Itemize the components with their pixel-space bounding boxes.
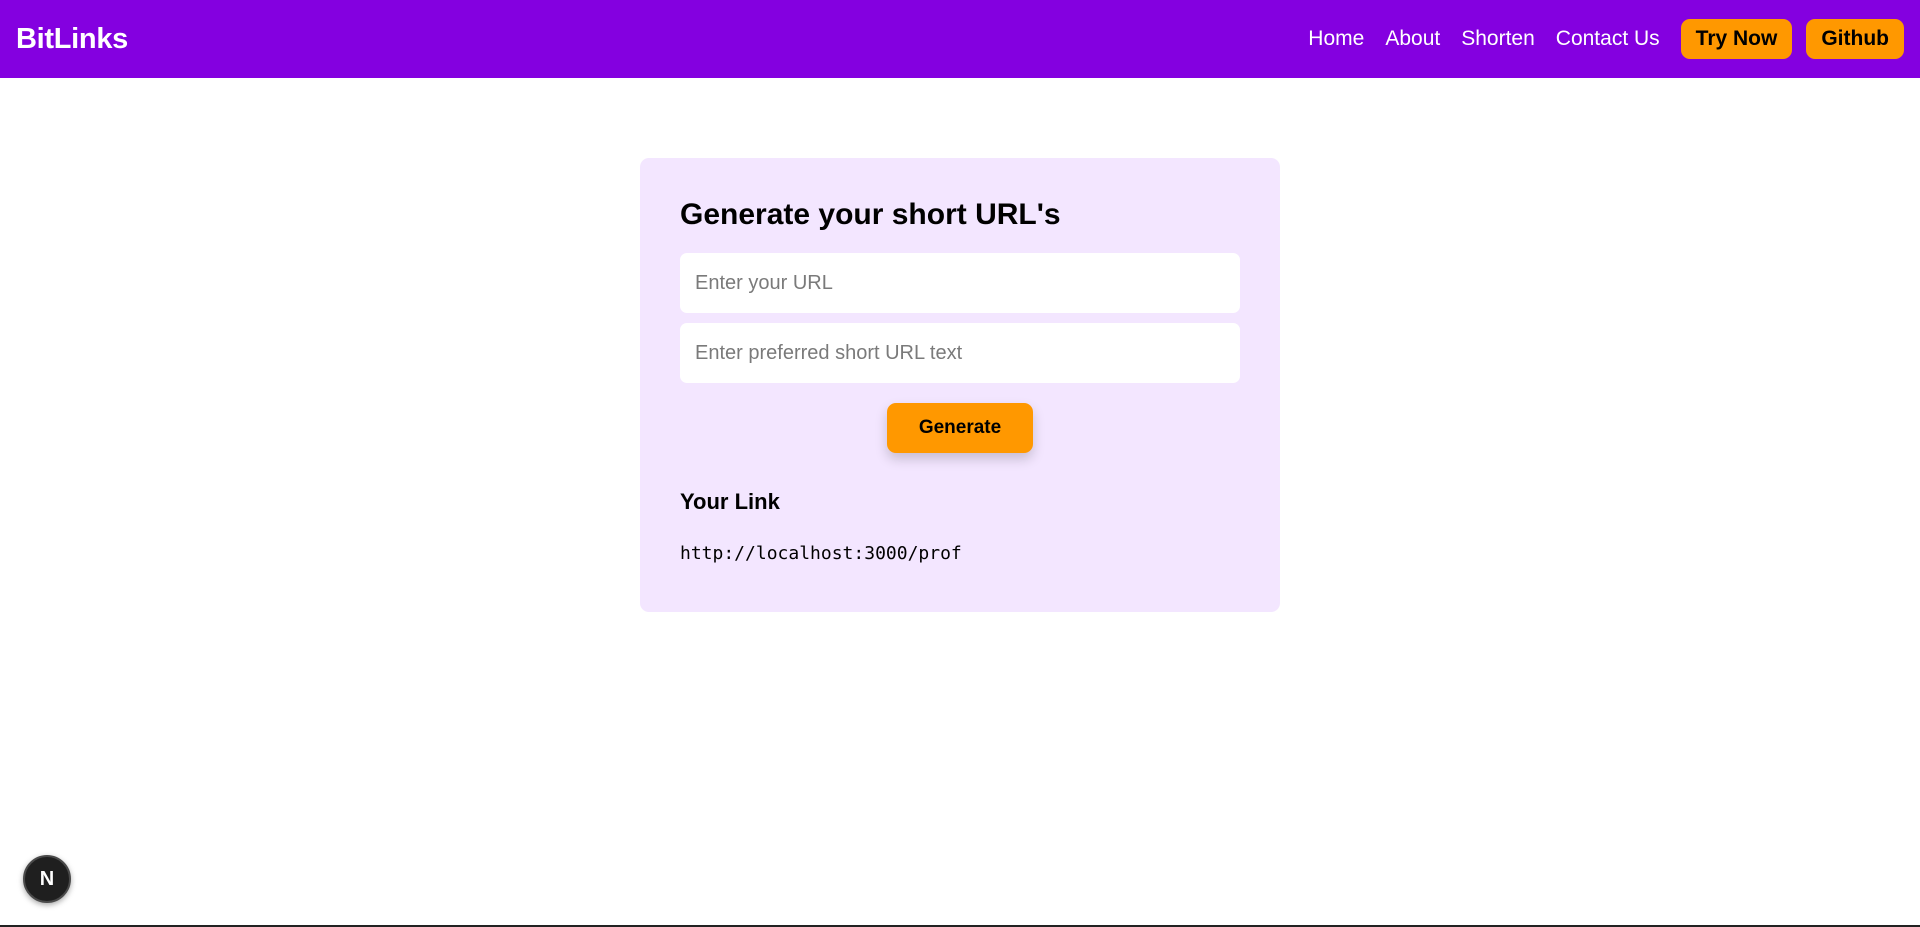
navbar: BitLinks Home About Shorten Contact Us T… bbox=[0, 0, 1920, 78]
nav-link-contact[interactable]: Contact Us bbox=[1556, 27, 1660, 51]
result-link[interactable]: http://localhost:3000/prof bbox=[680, 543, 1240, 564]
github-button[interactable]: Github bbox=[1806, 19, 1904, 59]
try-now-button[interactable]: Try Now bbox=[1680, 19, 1793, 59]
nav-link-shorten[interactable]: Shorten bbox=[1461, 27, 1535, 51]
nextjs-letter: N bbox=[39, 867, 55, 890]
logo[interactable]: BitLinks bbox=[16, 23, 128, 56]
generate-button[interactable]: Generate bbox=[887, 403, 1033, 453]
shorten-card: Generate your short URL's Generate Your … bbox=[640, 158, 1280, 612]
card-title: Generate your short URL's bbox=[680, 198, 1061, 231]
nextjs-icon[interactable]: N bbox=[23, 855, 71, 903]
nav-link-about[interactable]: About bbox=[1385, 27, 1440, 51]
short-url-input[interactable] bbox=[680, 323, 1240, 383]
generate-wrapper: Generate bbox=[680, 403, 1240, 453]
url-input[interactable] bbox=[680, 253, 1240, 313]
nav-menu: Home About Shorten Contact Us Try Now Gi… bbox=[1308, 19, 1904, 59]
result-heading: Your Link bbox=[680, 489, 780, 514]
nav-link-home[interactable]: Home bbox=[1308, 27, 1364, 51]
